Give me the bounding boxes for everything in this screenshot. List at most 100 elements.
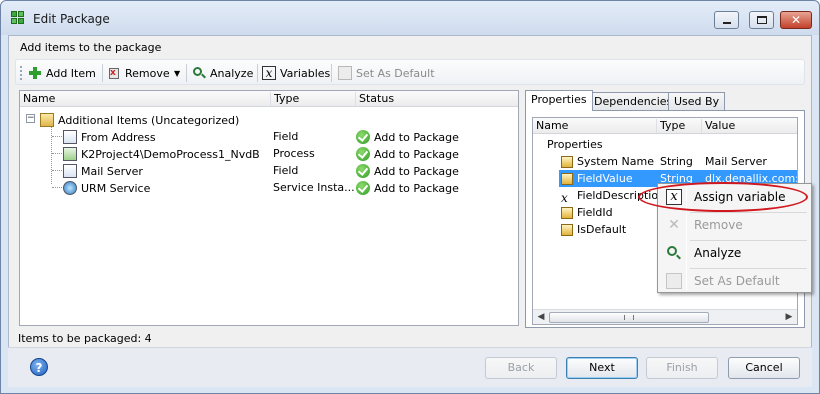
toolbar: Add Item x Remove ▼ Analyze x Variables … xyxy=(15,59,805,85)
property-value: Mail Server xyxy=(705,155,767,168)
field-icon xyxy=(63,130,77,144)
back-button[interactable]: Back xyxy=(485,357,557,379)
menu-item-analyze[interactable]: Analyze xyxy=(660,242,809,264)
property-icon xyxy=(561,156,573,168)
help-icon[interactable]: ? xyxy=(30,358,48,376)
menu-item-label: Analyze xyxy=(694,246,742,260)
table-row[interactable]: URM Service Service Insta... Add to Pack… xyxy=(20,179,518,196)
item-status: Add to Package xyxy=(374,148,459,161)
add-item-label: Add Item xyxy=(46,66,96,80)
toolbar-separator xyxy=(102,64,103,82)
menu-item-label: Remove xyxy=(694,218,743,232)
grip-icon xyxy=(624,315,634,320)
variables-button[interactable]: x Variables xyxy=(262,64,330,82)
tab-dependencies[interactable]: Dependencies xyxy=(588,92,679,110)
minimize-button[interactable] xyxy=(714,11,739,29)
set-as-default-button[interactable]: Set As Default xyxy=(338,64,435,82)
check-icon xyxy=(356,181,370,195)
property-name: FieldValue xyxy=(577,172,633,185)
column-header-status[interactable]: Status xyxy=(355,92,394,106)
item-type: Field xyxy=(273,130,299,143)
remove-button[interactable]: x Remove xyxy=(107,64,170,82)
column-header-type[interactable]: Type xyxy=(656,119,685,133)
property-name: FieldId xyxy=(577,206,613,219)
property-name: System Name xyxy=(577,155,654,168)
minimize-icon xyxy=(723,22,731,24)
finish-button[interactable]: Finish xyxy=(646,357,718,379)
menu-separator xyxy=(690,212,807,213)
chevron-down-icon: ▼ xyxy=(174,68,181,78)
item-status: Add to Package xyxy=(374,131,459,144)
column-header-name[interactable]: Name xyxy=(533,119,568,133)
group-row[interactable]: Additional Items (Uncategorized) xyxy=(20,111,518,128)
properties-group-row: Properties xyxy=(533,136,797,153)
remove-label: Remove xyxy=(125,66,170,80)
item-status: Add to Package xyxy=(374,165,459,178)
toolbar-separator xyxy=(331,64,332,82)
check-icon xyxy=(356,164,370,178)
set-default-icon xyxy=(666,273,682,289)
column-header-value[interactable]: Value xyxy=(701,119,735,133)
tab-properties[interactable]: Properties xyxy=(525,90,593,111)
window-title: Edit Package xyxy=(33,12,110,26)
variable-icon: x xyxy=(262,66,276,80)
maximize-button[interactable] xyxy=(749,11,774,29)
analyze-icon xyxy=(192,66,206,80)
variables-label: Variables xyxy=(280,66,331,80)
add-item-button[interactable]: Add Item xyxy=(28,64,96,82)
column-header-name[interactable]: Name xyxy=(20,92,55,106)
menu-item-assign-variable[interactable]: x Assign variable xyxy=(660,186,809,208)
title-bar[interactable]: Edit Package ✕ xyxy=(1,1,819,35)
column-header-type[interactable]: Type xyxy=(270,92,299,106)
property-name: FieldDescription xyxy=(577,189,666,202)
item-type: Process xyxy=(273,147,315,160)
cancel-button[interactable]: Cancel xyxy=(728,357,800,379)
table-row[interactable]: K2Project4\DemoProcess1_NvdB Process Add… xyxy=(20,145,518,162)
toolbar-separator xyxy=(257,64,258,82)
property-name: IsDefault xyxy=(577,223,627,236)
property-icon xyxy=(561,224,573,236)
property-type: String xyxy=(660,155,693,168)
menu-item-remove[interactable]: ✕ Remove xyxy=(660,214,809,236)
horizontal-scrollbar[interactable]: ◀ ▶ xyxy=(533,309,797,324)
button-bar: ? Back Next Finish Cancel xyxy=(8,347,812,387)
check-icon xyxy=(356,147,370,161)
set-as-default-label: Set As Default xyxy=(356,66,435,80)
process-icon xyxy=(63,147,77,161)
close-icon: ✕ xyxy=(790,13,802,27)
analyze-button[interactable]: Analyze xyxy=(192,64,253,82)
next-button[interactable]: Next xyxy=(566,357,638,379)
close-button[interactable]: ✕ xyxy=(780,11,812,29)
scrollbar-thumb[interactable] xyxy=(549,312,709,323)
group-label: Additional Items (Uncategorized) xyxy=(58,114,240,127)
variable-icon: x xyxy=(666,189,682,205)
toolbar-separator xyxy=(186,64,187,82)
table-row[interactable]: From Address Field Add to Package xyxy=(20,128,518,145)
add-icon xyxy=(28,66,42,80)
maximize-icon xyxy=(757,16,767,24)
table-row[interactable]: Mail Server Field Add to Package xyxy=(20,162,518,179)
package-items-grid[interactable]: Name Type Status − Additional Items (Unc… xyxy=(19,90,519,326)
folder-package-icon xyxy=(40,113,54,127)
menu-item-label: Assign variable xyxy=(694,190,786,204)
toolbar-grip[interactable] xyxy=(20,66,22,80)
tab-used-by[interactable]: Used By xyxy=(668,92,726,110)
check-icon xyxy=(356,130,370,144)
item-type: Service Insta... xyxy=(273,181,355,194)
page-heading: Add items to the package xyxy=(20,41,162,54)
remove-dropdown-arrow[interactable]: ▼ xyxy=(174,64,180,82)
set-default-icon xyxy=(338,66,352,80)
item-name: Mail Server xyxy=(81,165,143,178)
menu-item-label: Set As Default xyxy=(694,274,780,288)
properties-group-label: Properties xyxy=(547,138,603,151)
menu-item-set-as-default[interactable]: Set As Default xyxy=(660,270,809,292)
scroll-left-icon[interactable]: ◀ xyxy=(535,312,547,323)
package-icon xyxy=(11,11,27,25)
property-row[interactable]: System Name String Mail Server xyxy=(533,153,797,170)
service-icon xyxy=(63,181,77,195)
status-text: Items to be packaged: 4 xyxy=(18,332,152,345)
scroll-right-icon[interactable]: ▶ xyxy=(783,312,795,323)
properties-grid-header: Name Type Value xyxy=(533,118,797,134)
menu-separator xyxy=(690,240,807,241)
item-name: From Address xyxy=(81,131,156,144)
